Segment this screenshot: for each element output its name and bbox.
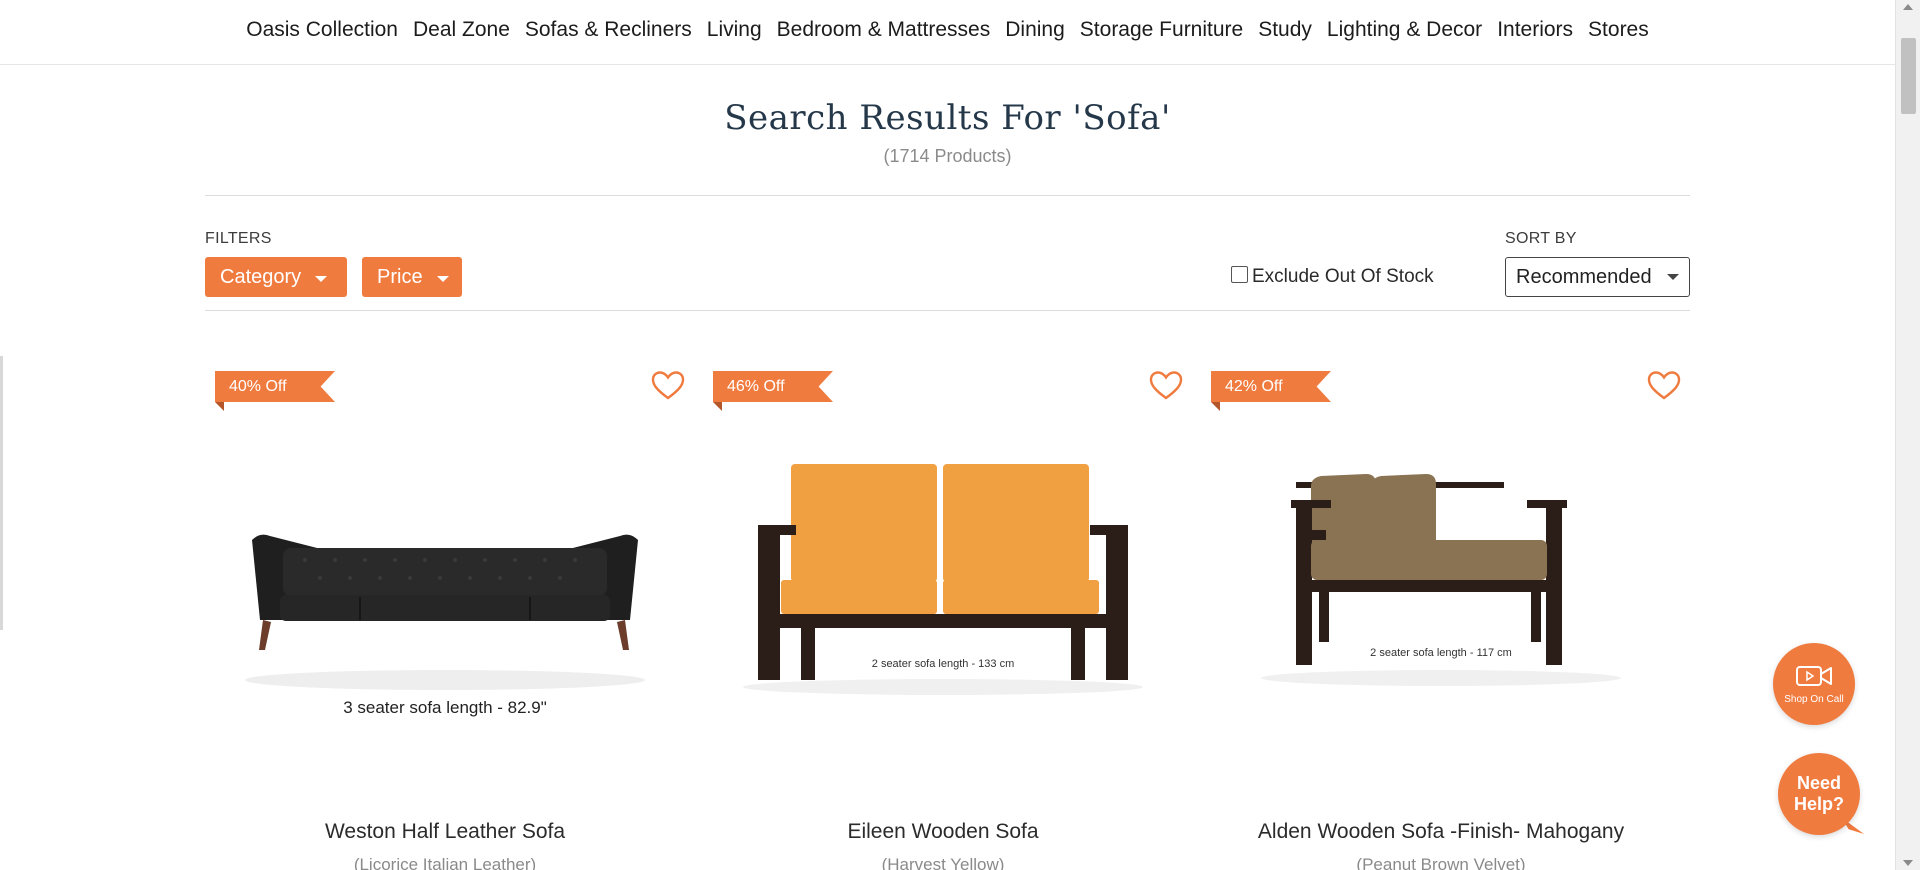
scrollbar-thumb[interactable]	[1901, 38, 1916, 114]
need-help-button[interactable]: Need Help?	[1778, 753, 1860, 835]
discount-badge: 40% Off	[215, 371, 335, 402]
sort-selected-value: Recommended	[1516, 265, 1652, 288]
product-variant: (Harvest Yellow)	[881, 855, 1005, 870]
caret-down-icon	[436, 275, 449, 282]
divider	[205, 310, 1690, 311]
product-name[interactable]: Alden Wooden Sofa -Finish- Mahogany	[1201, 820, 1681, 844]
nav-item-stores[interactable]: Stores	[1581, 18, 1657, 42]
nav-item-storage-furniture[interactable]: Storage Furniture	[1072, 18, 1250, 42]
product-image[interactable]: 3 seater sofa length - 82.9"	[205, 440, 685, 760]
nav-item-dining[interactable]: Dining	[998, 18, 1073, 42]
filters-label: FILTERS	[205, 230, 272, 247]
discount-badge: 42% Off	[1211, 371, 1331, 402]
product-variant: (Peanut Brown Velvet)	[1356, 855, 1526, 870]
nav-item-lighting-decor[interactable]: Lighting & Decor	[1319, 18, 1489, 42]
product-variant: (Licorice Italian Leather)	[353, 855, 537, 870]
discount-badge: 46% Off	[713, 371, 833, 402]
scroll-down-arrow-icon[interactable]	[1903, 860, 1913, 866]
product-image[interactable]: 2 seater sofa length - 133 cm	[703, 440, 1183, 760]
product-dimension-caption: 2 seater sofa length - 133 cm	[872, 658, 1014, 670]
nav-item-deal-zone[interactable]: Deal Zone	[405, 18, 517, 42]
exclude-out-of-stock[interactable]: Exclude Out Of Stock	[1231, 265, 1434, 288]
category-filter-label: Category	[220, 265, 302, 288]
exclude-out-of-stock-checkbox[interactable]	[1231, 265, 1248, 283]
nav-item-sofas-recliners[interactable]: Sofas & Recliners	[517, 18, 699, 42]
caret-down-icon	[1667, 274, 1679, 280]
product-card[interactable]: 46% Off 2 seater sofa length - 133 cm Ei…	[703, 355, 1183, 870]
price-filter-label: Price	[377, 265, 423, 288]
nav-item-oasis-collection[interactable]: Oasis Collection	[239, 18, 406, 42]
heart-icon[interactable]	[651, 370, 685, 402]
scroll-up-arrow-icon[interactable]	[1903, 4, 1913, 10]
heart-icon[interactable]	[1149, 370, 1183, 402]
product-card[interactable]: 40% Off 3 seater sofa length - 82.9" Wes…	[205, 355, 685, 870]
nav-item-bedroom-mattresses[interactable]: Bedroom & Mattresses	[769, 18, 998, 42]
video-camera-icon	[1796, 665, 1832, 686]
product-image[interactable]: 2 seater sofa length - 117 cm	[1201, 440, 1681, 760]
page-title: Search Results For 'Sofa'	[724, 98, 1171, 138]
exclude-out-of-stock-label: Exclude Out Of Stock	[1252, 266, 1434, 287]
divider	[205, 195, 1690, 196]
ribbon-fold	[1211, 402, 1220, 411]
product-dimension-caption: 3 seater sofa length - 82.9"	[343, 698, 547, 717]
sort-select[interactable]: Recommended	[1505, 257, 1690, 297]
nav-item-interiors[interactable]: Interiors	[1490, 18, 1581, 42]
nav-item-study[interactable]: Study	[1251, 18, 1320, 42]
heart-icon[interactable]	[1647, 370, 1681, 402]
side-tab[interactable]	[0, 356, 3, 630]
price-filter-button[interactable]: Price	[362, 257, 462, 297]
top-navigation: Oasis Collection Deal Zone Sofas & Recli…	[0, 0, 1895, 65]
need-help-label: Need Help?	[1793, 773, 1844, 814]
shop-on-call-label: Shop On Call	[1784, 693, 1844, 705]
category-filter-button[interactable]: Category	[205, 257, 347, 297]
shop-on-call-button[interactable]: Shop On Call	[1773, 643, 1855, 725]
product-name[interactable]: Eileen Wooden Sofa	[703, 820, 1183, 844]
ribbon-fold	[215, 402, 224, 411]
product-dimension-caption: 2 seater sofa length - 117 cm	[1370, 647, 1512, 659]
search-header: Search Results For 'Sofa' (1714 Products…	[205, 90, 1690, 167]
nav-item-living[interactable]: Living	[699, 18, 769, 42]
ribbon-fold	[713, 402, 722, 411]
caret-down-icon	[315, 275, 328, 282]
product-name[interactable]: Weston Half Leather Sofa	[205, 820, 685, 844]
product-card[interactable]: 42% Off 2 seater sofa length - 117 cm Al…	[1201, 355, 1681, 870]
sort-by-label: SORT BY	[1505, 230, 1577, 247]
product-count: (1714 Products)	[883, 146, 1012, 166]
scrollbar[interactable]	[1895, 0, 1920, 870]
